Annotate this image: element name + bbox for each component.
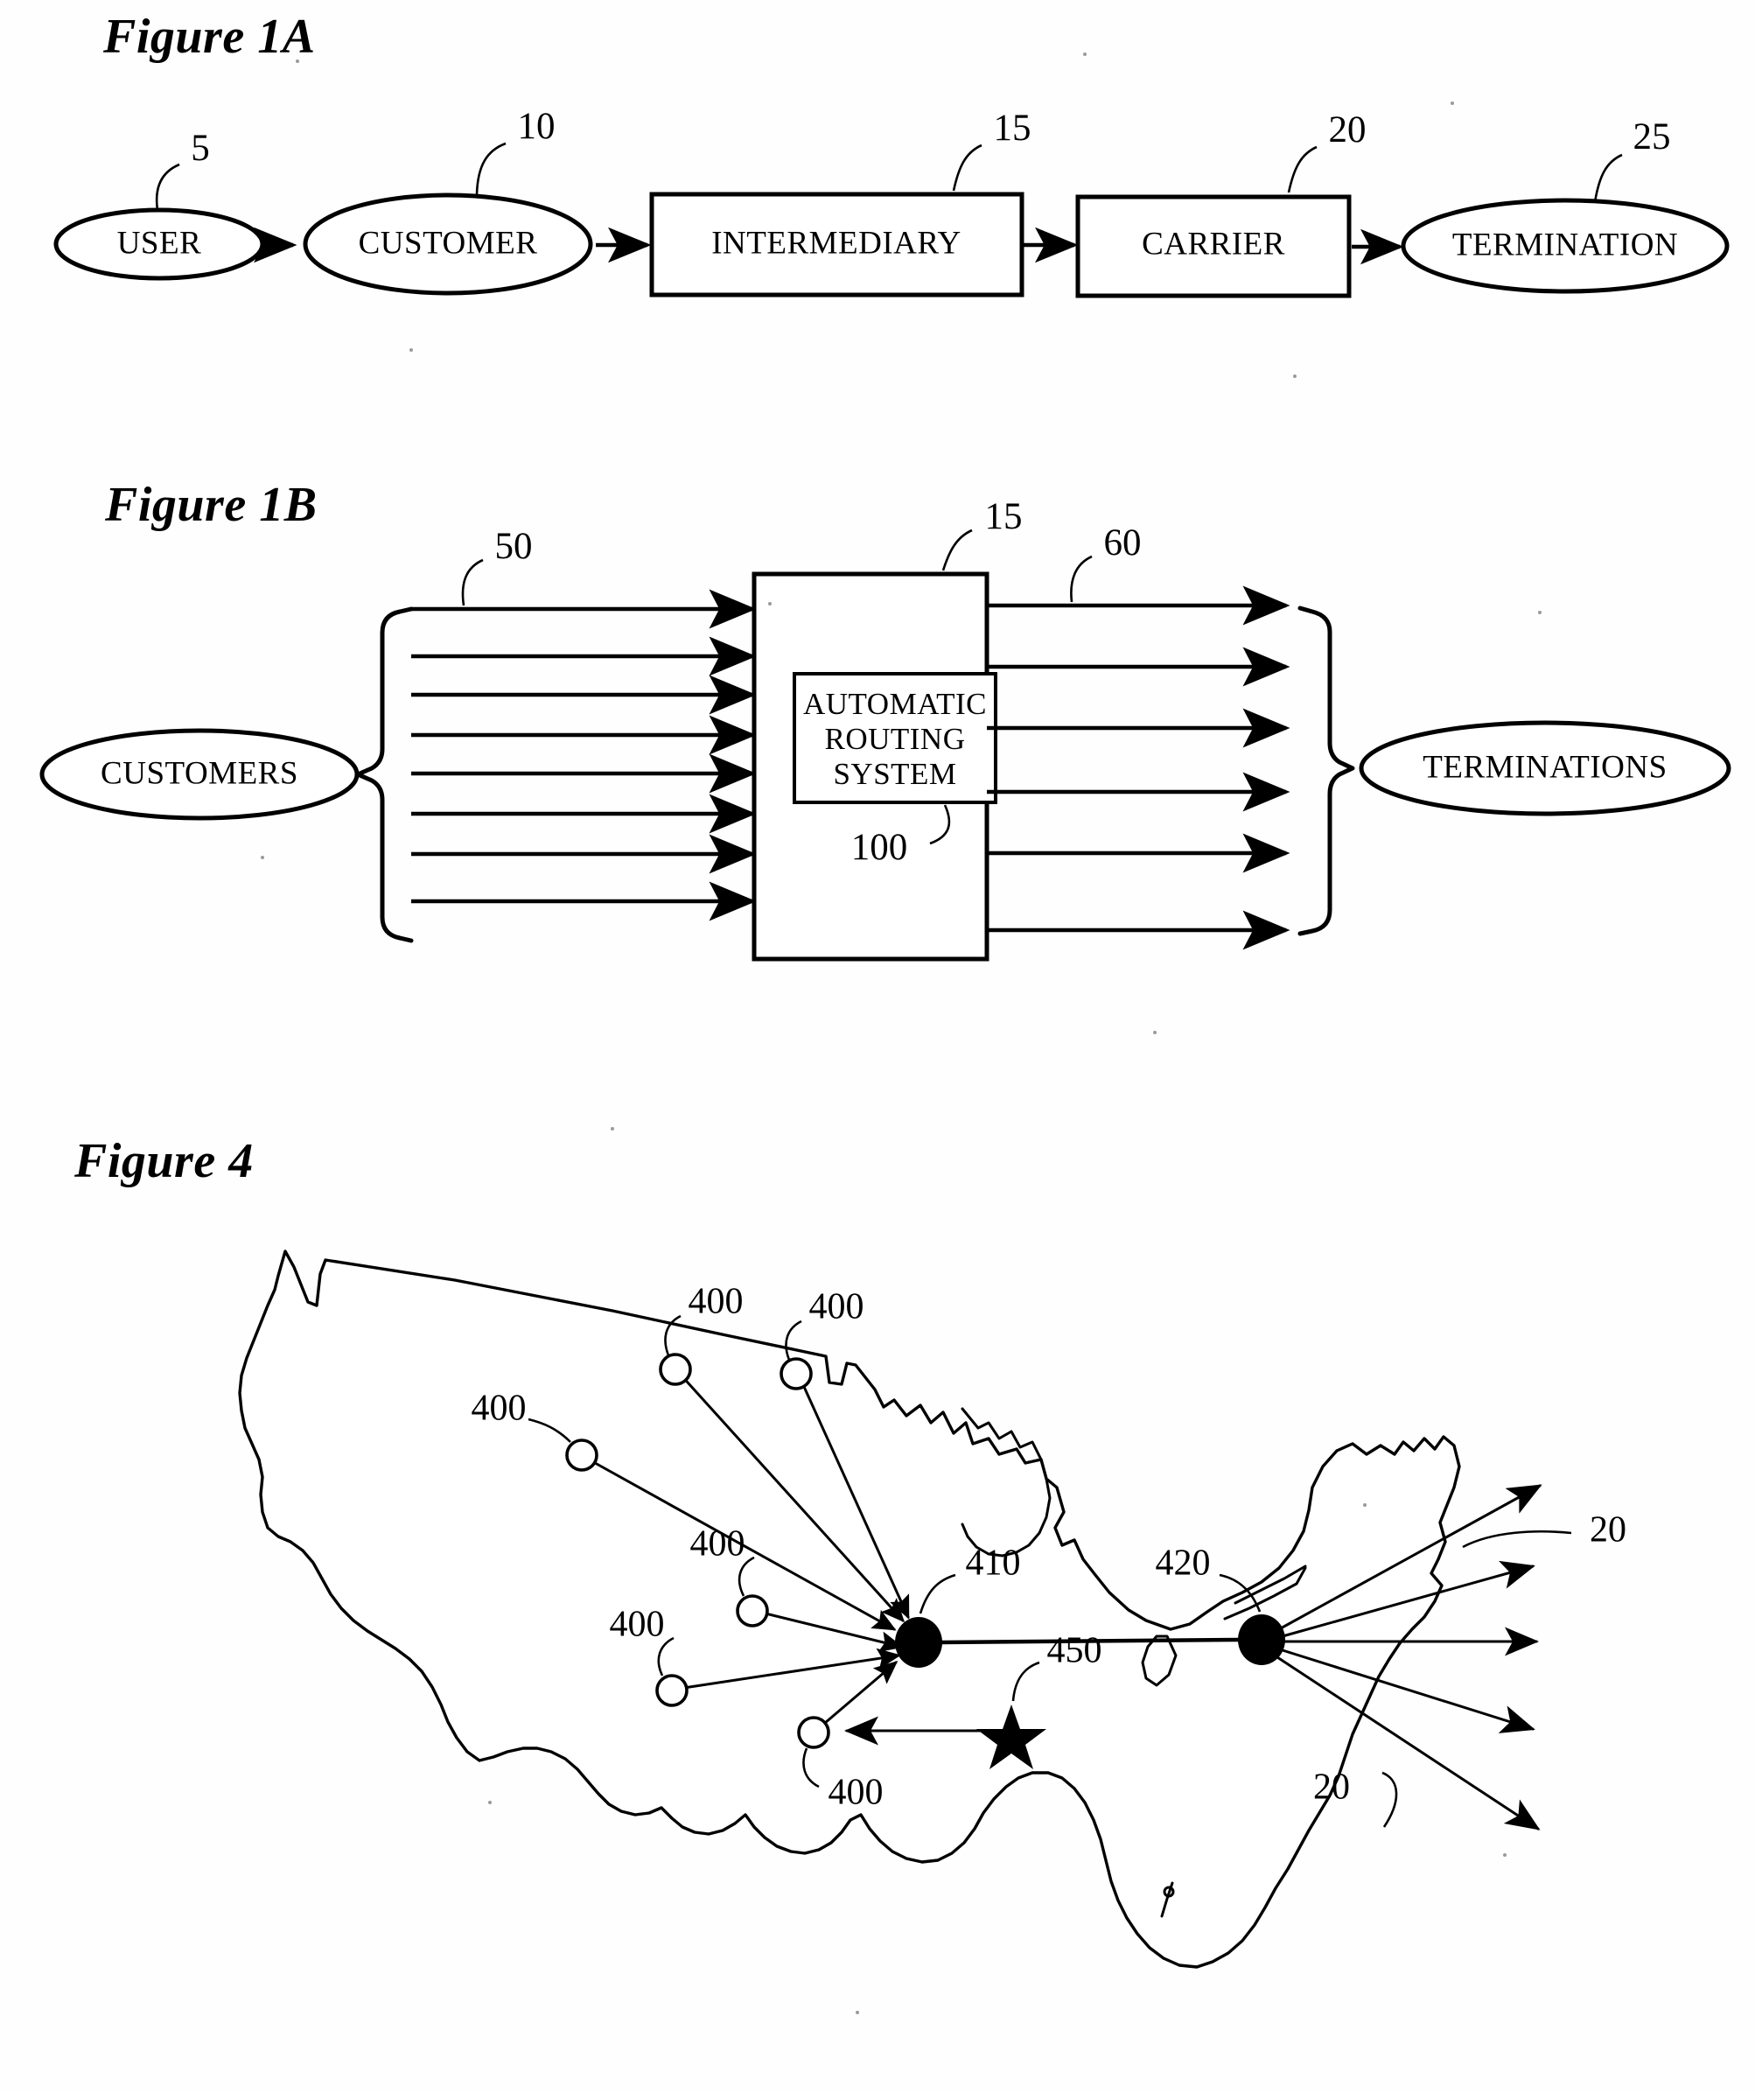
figure-1b-diagram: CUSTOMERS 50 15 AUTOMATIC ROUTING SYSTEM…	[39, 496, 1731, 962]
output-bundle-ref-number: 60	[1104, 522, 1142, 564]
origin-pop-4	[736, 1594, 769, 1628]
intermediary-outer-leader	[941, 528, 973, 571]
node-customer: CUSTOMER 10	[303, 106, 593, 296]
hub-420-ref-number: 420	[1156, 1544, 1211, 1584]
carrier-top-leader	[1462, 1530, 1572, 1549]
backbone-trunk-410-to-420	[940, 1637, 1241, 1645]
pop-6-ref-number: 400	[829, 1773, 884, 1813]
ingress-hub-410	[895, 1617, 942, 1668]
customers-label: CUSTOMERS	[101, 755, 298, 791]
ars-line-2: ROUTING	[825, 722, 966, 756]
pop-1-ref-number: 400	[472, 1389, 527, 1429]
node-carrier: CARRIER 20	[1075, 109, 1367, 298]
pop-4-ref-number: 400	[690, 1524, 745, 1564]
terminations-label: TERMINATIONS	[1423, 749, 1667, 785]
pop-5-ref-number: 400	[610, 1605, 665, 1645]
termination-ref-number: 25	[1633, 116, 1671, 158]
output-brace	[1297, 606, 1355, 936]
user-label: USER	[117, 225, 202, 261]
pop-3-ref-number: 400	[809, 1287, 864, 1327]
carrier-top-ref-number: 20	[1590, 1510, 1626, 1550]
output-arrow-group	[987, 585, 1290, 950]
node-customers: CUSTOMERS	[39, 728, 360, 821]
node-intermediary: INTERMEDIARY 15	[649, 108, 1031, 298]
carrier-leader-line	[1287, 145, 1318, 193]
input-bundle-leader	[461, 558, 484, 606]
carrier-ref-number: 20	[1329, 109, 1367, 150]
carrier-bottom-leader	[1381, 1771, 1398, 1828]
ars-line-3: SYSTEM	[833, 757, 956, 791]
user-ref-number: 5	[191, 128, 210, 169]
figure-4-caption: Figure 4	[74, 1134, 254, 1188]
figure-1a-diagram: USER 5 CUSTOMER 10 INTERMEDIARY 15 CARRI…	[53, 106, 1730, 298]
intermediary-label: INTERMEDIARY	[711, 225, 961, 261]
figure-4-map-diagram: 400 400 400 400 400 400 450 410 420 20 2…	[238, 1250, 1626, 1969]
intermediary-leader-line	[952, 144, 982, 192]
pop-2-ref-number: 400	[689, 1282, 744, 1322]
us-continental-outline	[238, 1250, 1461, 1969]
origin-pop-1	[565, 1438, 598, 1472]
origin-pop-6	[797, 1716, 830, 1749]
carrier-bottom-ref-number: 20	[1313, 1768, 1350, 1808]
input-arrow-group	[411, 589, 757, 921]
input-brace	[355, 606, 414, 943]
figure-1b-caption: Figure 1B	[105, 478, 318, 532]
origin-pop-5	[655, 1674, 689, 1707]
termination-leader-line	[1593, 153, 1623, 203]
node-terminations: TERMINATIONS	[1359, 720, 1731, 816]
hub-410-ref-number: 410	[966, 1544, 1021, 1584]
output-bundle-leader	[1070, 555, 1093, 603]
drawing-sheet: Figure 1A USER 5 CUSTOMER 10 INTERMEDIAR…	[0, 0, 1755, 2091]
ars-ref-number: 100	[851, 827, 908, 868]
intermediary-outer-ref-number: 15	[985, 496, 1023, 537]
input-bundle-ref-group: 50	[461, 526, 533, 606]
customer-leader-line	[475, 142, 507, 195]
user-leader-line	[155, 163, 180, 211]
customer-ref-number: 10	[518, 106, 556, 147]
star-ref-number: 450	[1047, 1631, 1102, 1671]
customer-label: CUSTOMER	[359, 225, 538, 261]
origin-pop-3	[780, 1357, 813, 1390]
us-map-outline-group	[238, 1250, 1461, 1969]
intermediary-ref-number: 15	[994, 108, 1031, 149]
node-termination: TERMINATION 25	[1401, 116, 1730, 294]
ars-line-1: AUTOMATIC	[803, 687, 987, 721]
carrier-label: CARRIER	[1142, 226, 1285, 262]
carrier-ref-bottom-group: 20	[1313, 1768, 1398, 1828]
input-bundle-ref-number: 50	[495, 526, 533, 567]
output-bundle-ref-group: 60	[1070, 522, 1142, 603]
termination-label: TERMINATION	[1452, 227, 1678, 262]
origin-pop-2	[659, 1353, 692, 1386]
node-user: USER 5	[53, 128, 265, 281]
